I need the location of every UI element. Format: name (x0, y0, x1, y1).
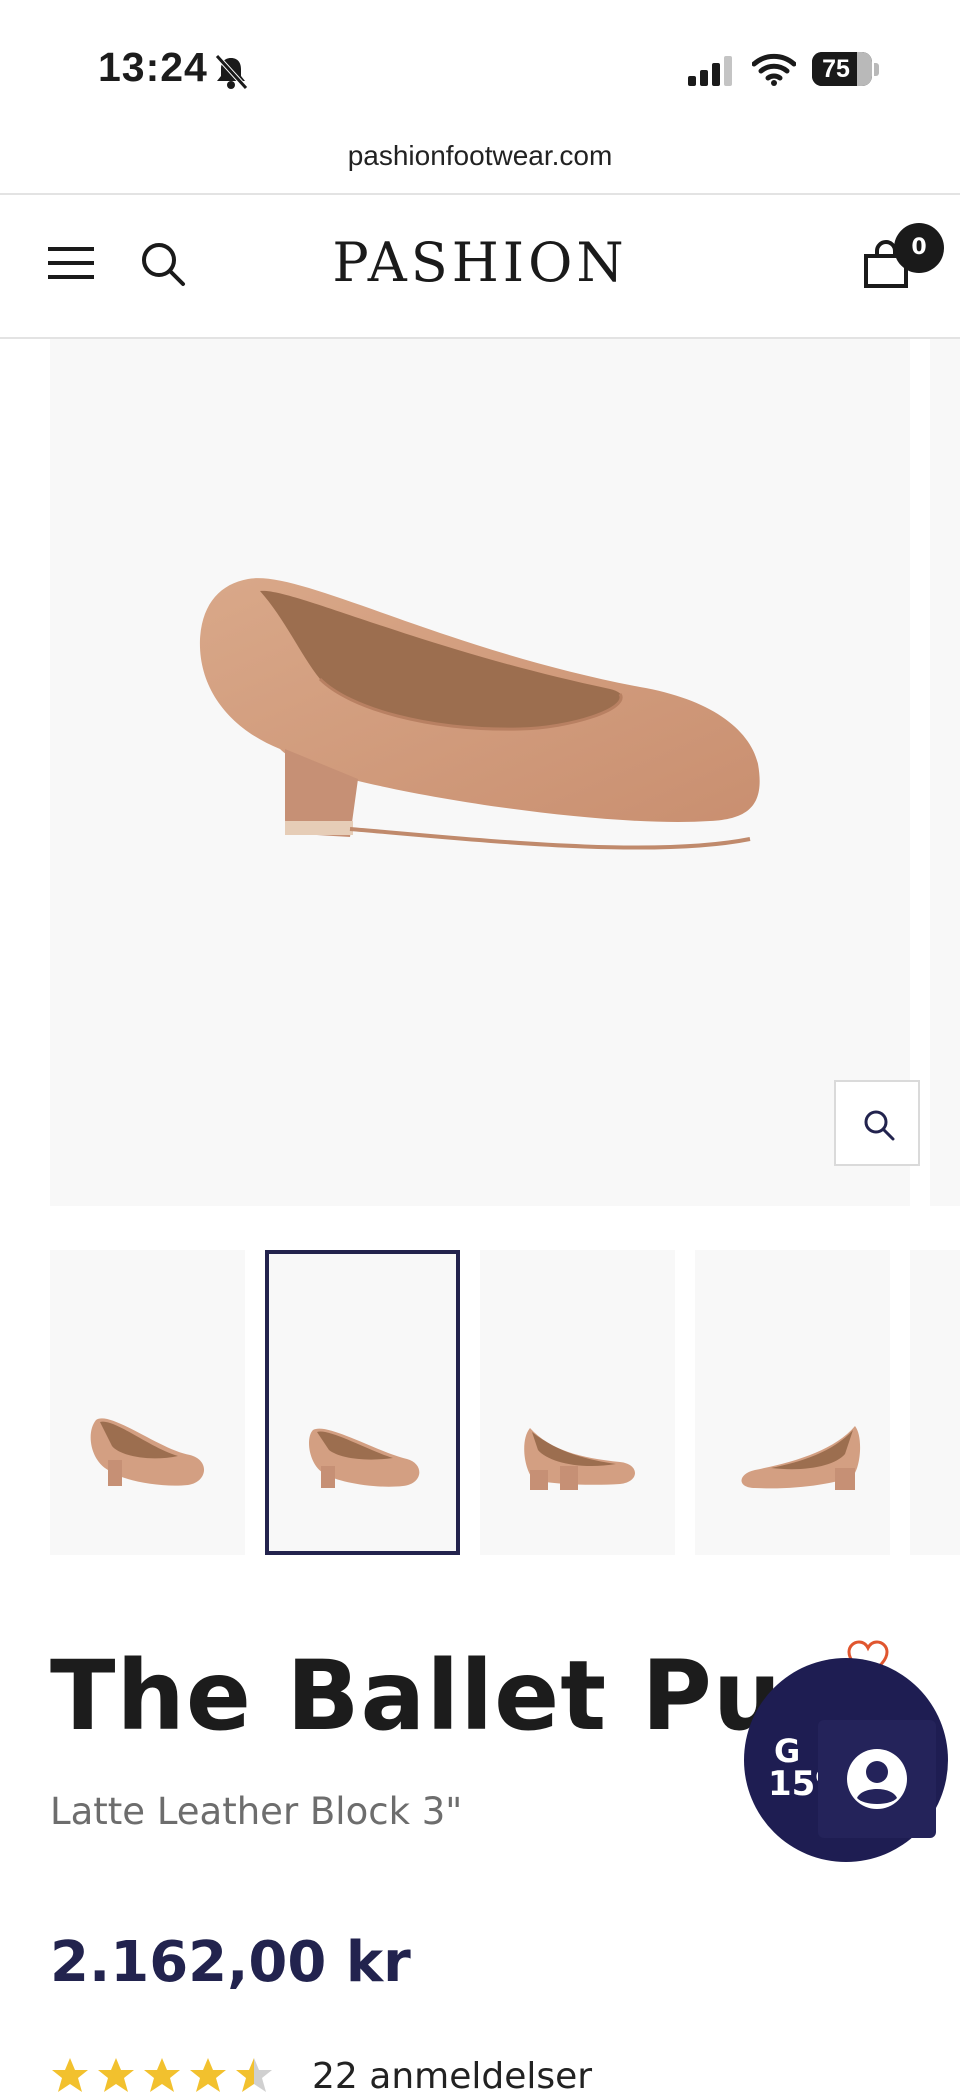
product-variant: Latte Leather Block 3" (50, 1790, 463, 1833)
status-time: 13:24 (98, 44, 208, 90)
star-2 (98, 2058, 134, 2092)
signal-icon (688, 56, 734, 90)
thumbnail-3[interactable] (480, 1250, 675, 1555)
address-bar-url[interactable]: pashionfootwear.com (0, 140, 960, 172)
bell-muted-icon (214, 54, 248, 94)
next-image-peek (930, 339, 960, 1206)
user-avatar-icon (847, 1749, 907, 1809)
battery-indicator: 75 (812, 52, 872, 86)
wifi-icon (751, 52, 797, 90)
status-bar: 13:24 75 (0, 0, 960, 140)
star-5 (236, 2058, 272, 2092)
chat-support-button[interactable] (818, 1720, 936, 1838)
product-main-image[interactable] (50, 339, 920, 1206)
cart-count-badge[interactable]: 0 (894, 223, 944, 273)
star-4 (190, 2058, 226, 2092)
store-header: PASHION 0 (0, 195, 960, 339)
thumbnail-strip (50, 1250, 960, 1555)
zoom-button[interactable] (834, 1080, 920, 1166)
thumbnail-2[interactable] (265, 1250, 460, 1555)
star-3 (144, 2058, 180, 2092)
thumbnail-1[interactable] (50, 1250, 245, 1555)
battery-tip (874, 63, 879, 76)
thumbnail-5-peek[interactable] (910, 1250, 960, 1555)
rating-stars[interactable] (50, 2056, 290, 2100)
thumbnail-4[interactable] (695, 1250, 890, 1555)
star-1 (52, 2058, 88, 2092)
reviews-count[interactable]: 22 anmeldelser (312, 2056, 592, 2097)
product-price: 2.162,00 kr (50, 1930, 411, 1995)
shoe-image (199, 578, 760, 850)
battery-level: 75 (822, 55, 850, 83)
store-logo[interactable]: PASHION (0, 231, 960, 294)
magnifier-icon (864, 1110, 895, 1141)
